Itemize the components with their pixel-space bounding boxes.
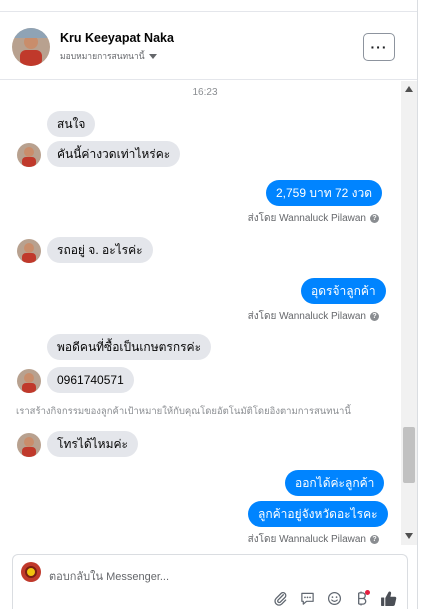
outgoing-message[interactable]: ออกได้ค่ะลูกค้า	[285, 470, 385, 497]
emoji-icon[interactable]	[326, 590, 343, 607]
contact-avatar-small	[17, 369, 41, 393]
message-list: 16:23 สนใจ คันนี้ค่างวดเท่าไหร่คะ 2,759 …	[0, 81, 417, 545]
sent-by-label: ส่งโดย Wannaluck Pilawan ?	[248, 211, 379, 226]
system-note: เราสร้างกิจกรรมของลูกค้าเป้าหมายให้กับคุ…	[16, 406, 351, 417]
caret-down-icon	[148, 53, 157, 59]
info-icon[interactable]: ?	[370, 214, 379, 223]
top-divider	[0, 0, 418, 12]
assign-conversation-dropdown[interactable]: มอบหมายการสนทนานี้	[60, 49, 157, 63]
sent-by-label: ส่งโดย Wannaluck Pilawan ?	[248, 309, 379, 324]
contact-avatar-small	[17, 143, 41, 167]
outgoing-message[interactable]: อุดรจ้าลูกค้า	[301, 278, 386, 305]
info-icon[interactable]: ?	[370, 535, 379, 544]
page-avatar	[21, 562, 41, 582]
reply-input[interactable]: ตอบกลับใน Messenger...	[49, 567, 169, 585]
more-options-button[interactable]: ···	[363, 33, 395, 61]
outgoing-message[interactable]: ลูกค้าอยู่จังหวัดอะไรคะ	[248, 501, 388, 528]
incoming-message[interactable]: โทรได้ไหมค่ะ	[47, 431, 138, 458]
sent-by-label: ส่งโดย Wannaluck Pilawan ?	[248, 532, 379, 545]
contact-avatar-small	[17, 239, 41, 263]
info-icon[interactable]: ?	[370, 312, 379, 321]
payment-icon[interactable]	[353, 590, 370, 607]
incoming-message[interactable]: คันนี้ค่างวดเท่าไหร่คะ	[47, 141, 181, 168]
incoming-message[interactable]: พอดีคนที่ซื้อเป็นเกษตรกรค่ะ	[47, 334, 212, 361]
message-timestamp: 16:23	[192, 87, 218, 98]
incoming-message[interactable]: 0961740571	[47, 367, 134, 394]
like-icon[interactable]	[380, 590, 397, 607]
chat-scrollbar[interactable]	[401, 81, 417, 545]
contact-avatar-small	[17, 433, 41, 457]
attachment-icon[interactable]	[272, 590, 289, 607]
message-composer: ตอบกลับใน Messenger...	[12, 554, 408, 609]
contact-avatar[interactable]	[12, 28, 50, 66]
assign-conversation-label: มอบหมายการสนทนานี้	[60, 51, 145, 61]
composer-toolbar	[272, 590, 397, 607]
scroll-thumb[interactable]	[403, 427, 415, 483]
conversation-header: Kru Keeyapat Naka มอบหมายการสนทนานี้ ···	[0, 12, 417, 80]
notification-dot	[365, 590, 370, 595]
panel-border	[417, 0, 418, 609]
outgoing-message[interactable]: 2,759 บาท 72 งวด	[266, 180, 383, 207]
incoming-message[interactable]: รถอยู่ จ. อะไรค่ะ	[47, 237, 153, 264]
scroll-down-arrow-icon[interactable]	[405, 533, 413, 539]
saved-reply-icon[interactable]	[299, 590, 316, 607]
incoming-message[interactable]: สนใจ	[47, 111, 96, 138]
contact-name[interactable]: Kru Keeyapat Naka	[60, 31, 174, 45]
scroll-up-arrow-icon[interactable]	[405, 86, 413, 92]
